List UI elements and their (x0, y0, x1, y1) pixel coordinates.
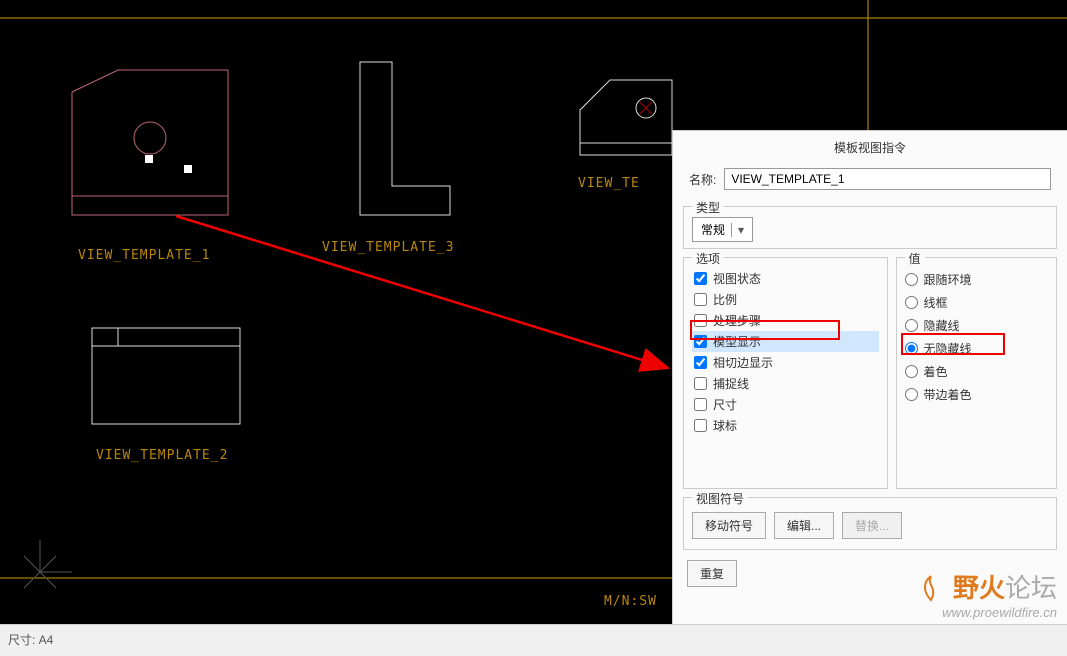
template-view-instruction-dialog: 模板视图指令 名称: 类型 常规 ▾ 选项 视图状态 比例 (672, 130, 1067, 656)
options-group-legend: 选项 (692, 250, 724, 267)
radio-follow-env-input[interactable] (905, 273, 918, 286)
radio-no-hidden[interactable]: 无隐藏线 (905, 337, 1048, 360)
option-tangent-edge-display-checkbox[interactable] (694, 356, 707, 369)
view-label-te[interactable]: VIEW_TE (578, 176, 640, 191)
radio-hidden-line[interactable]: 隐藏线 (905, 314, 1048, 337)
option-dimensions-checkbox[interactable] (694, 398, 707, 411)
option-process-steps[interactable]: 处理步骤 (692, 310, 879, 331)
radio-wireframe-input[interactable] (905, 296, 918, 309)
option-balloons[interactable]: 球标 (692, 415, 879, 436)
option-tangent-edge-display[interactable]: 相切边显示 (692, 352, 879, 373)
repeat-button[interactable]: 重复 (687, 560, 737, 587)
view-label-3[interactable]: VIEW_TEMPLATE_3 (322, 240, 454, 255)
option-scale[interactable]: 比例 (692, 289, 879, 310)
value-group-legend: 值 (905, 250, 925, 267)
view-label-2[interactable]: VIEW_TEMPLATE_2 (96, 448, 228, 463)
name-input[interactable] (724, 168, 1051, 190)
type-select[interactable]: 常规 ▾ (692, 217, 753, 242)
edit-button[interactable]: 编辑... (774, 512, 834, 539)
radio-shading[interactable]: 着色 (905, 360, 1048, 383)
option-snap-lines[interactable]: 捕捉线 (692, 373, 879, 394)
radio-no-hidden-input[interactable] (905, 342, 918, 355)
sheet-size-label: 尺寸: A4 (8, 633, 53, 647)
radio-shading-edges-input[interactable] (905, 388, 918, 401)
move-symbol-button[interactable]: 移动符号 (692, 512, 766, 539)
options-list[interactable]: 视图状态 比例 处理步骤 模型显示 相切边显示 (692, 268, 879, 482)
option-view-state[interactable]: 视图状态 (692, 268, 879, 289)
option-view-state-checkbox[interactable] (694, 272, 707, 285)
radio-follow-env[interactable]: 跟随环境 (905, 268, 1048, 291)
type-group-legend: 类型 (692, 199, 724, 216)
symbol-group-legend: 视图符号 (692, 490, 748, 507)
option-balloons-checkbox[interactable] (694, 419, 707, 432)
value-radio-group: 跟随环境 线框 隐藏线 无隐藏线 着色 (905, 268, 1048, 406)
dialog-title: 模板视图指令 (673, 131, 1067, 164)
radio-hidden-line-input[interactable] (905, 319, 918, 332)
view-label-1[interactable]: VIEW_TEMPLATE_1 (78, 248, 210, 263)
option-process-steps-checkbox[interactable] (694, 314, 707, 327)
option-dimensions[interactable]: 尺寸 (692, 394, 879, 415)
type-select-value: 常规 (701, 221, 725, 238)
option-model-display-checkbox[interactable] (694, 335, 707, 348)
replace-button: 替换... (842, 512, 902, 539)
option-model-display[interactable]: 模型显示 (692, 331, 879, 352)
radio-shading-input[interactable] (905, 365, 918, 378)
name-field-label: 名称: (689, 171, 716, 188)
radio-shading-edges[interactable]: 带边着色 (905, 383, 1048, 406)
option-snap-lines-checkbox[interactable] (694, 377, 707, 390)
radio-wireframe[interactable]: 线框 (905, 291, 1048, 314)
option-scale-checkbox[interactable] (694, 293, 707, 306)
status-bar: 尺寸: A4 (0, 624, 1067, 656)
chevron-down-icon: ▾ (731, 223, 744, 237)
mn-label: M/N:SW (604, 594, 657, 609)
